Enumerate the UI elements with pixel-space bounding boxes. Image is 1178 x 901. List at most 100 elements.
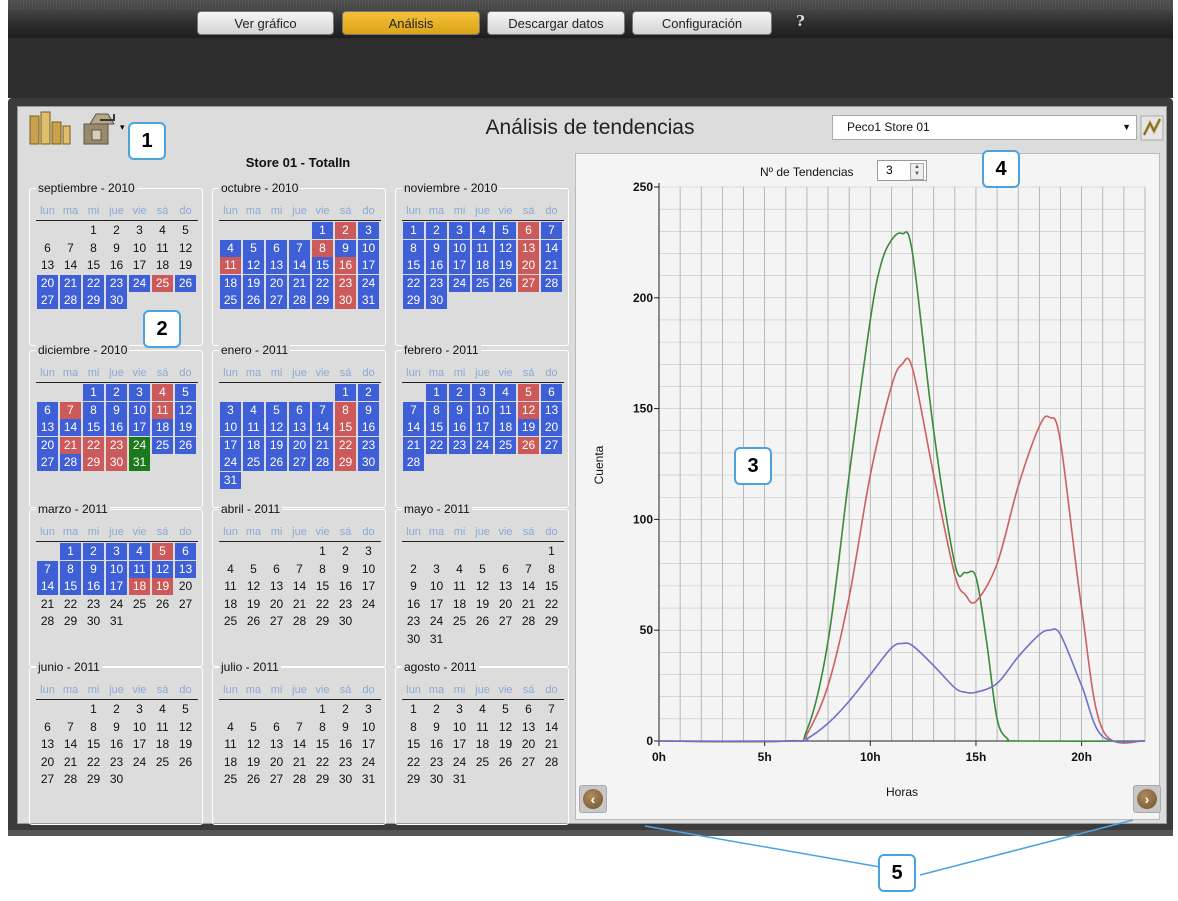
calendar-day[interactable]: 26: [266, 454, 287, 472]
calendar-day[interactable]: 17: [449, 257, 470, 275]
calendar-day[interactable]: 27: [518, 274, 539, 292]
calendar-day[interactable]: 12: [243, 578, 264, 595]
calendar-day[interactable]: 30: [83, 613, 104, 630]
calendar-day[interactable]: 16: [106, 419, 127, 437]
calendar-day[interactable]: 8: [541, 561, 562, 578]
calendar-day[interactable]: 31: [129, 454, 150, 472]
calendar-day[interactable]: 8: [312, 239, 333, 257]
calendar-day[interactable]: 18: [243, 436, 264, 454]
help-icon[interactable]: ?: [796, 12, 805, 30]
calendar-day[interactable]: 19: [175, 419, 196, 437]
calendar-day[interactable]: 18: [152, 736, 173, 753]
calendar-day[interactable]: 10: [449, 719, 470, 736]
calendar-day[interactable]: 7: [60, 401, 81, 419]
calendar-day[interactable]: 23: [449, 436, 470, 454]
calendar-day[interactable]: 29: [403, 771, 424, 788]
calendar-day[interactable]: 2: [335, 701, 356, 718]
calendar-day[interactable]: 9: [358, 401, 379, 419]
calendar-day[interactable]: 26: [243, 613, 264, 630]
calendar-day[interactable]: 17: [426, 596, 447, 613]
calendar-day[interactable]: 8: [312, 719, 333, 736]
calendar-day[interactable]: 15: [312, 257, 333, 275]
calendar-day[interactable]: 9: [83, 560, 104, 578]
calendar-day[interactable]: 29: [541, 613, 562, 630]
calendar-day[interactable]: 14: [289, 257, 310, 275]
calendar-day[interactable]: 26: [495, 274, 516, 292]
calendar-day[interactable]: 19: [243, 274, 264, 292]
calendar-day[interactable]: 31: [220, 472, 241, 489]
previous-button[interactable]: ‹: [579, 785, 607, 813]
calendar-day[interactable]: 1: [335, 384, 356, 401]
calendar-day[interactable]: 1: [312, 701, 333, 718]
calendar-day[interactable]: 28: [37, 613, 58, 630]
calendar-day[interactable]: 14: [403, 419, 424, 437]
calendar-day[interactable]: 2: [335, 543, 356, 560]
calendar-day[interactable]: 25: [472, 754, 493, 771]
calendar-day[interactable]: 18: [220, 754, 241, 771]
calendar-day[interactable]: 11: [220, 736, 241, 753]
calendar-day[interactable]: 8: [83, 719, 104, 736]
calendar-day[interactable]: 7: [289, 239, 310, 257]
calendar-day[interactable]: 28: [289, 771, 310, 788]
calendar-day[interactable]: 26: [175, 274, 196, 292]
calendar-day[interactable]: 24: [358, 274, 379, 292]
calendar-day[interactable]: 1: [312, 543, 333, 560]
calendar-day[interactable]: 24: [358, 754, 379, 771]
calendar-day[interactable]: 16: [106, 736, 127, 753]
calendar-day[interactable]: 13: [289, 419, 310, 437]
calendar-day[interactable]: 1: [426, 384, 447, 401]
calendar-day[interactable]: 4: [220, 239, 241, 257]
calendar-day[interactable]: 19: [495, 257, 516, 275]
calendar-day[interactable]: 5: [495, 222, 516, 239]
calendar-day[interactable]: 16: [106, 257, 127, 274]
calendar-day[interactable]: 23: [106, 274, 127, 292]
calendar-day[interactable]: 7: [518, 561, 539, 578]
calendar-day[interactable]: 5: [243, 561, 264, 578]
calendar-day[interactable]: 9: [335, 239, 356, 257]
calendar-day[interactable]: 5: [472, 561, 493, 578]
calendar-day[interactable]: 23: [403, 613, 424, 630]
calendar-day[interactable]: 19: [243, 754, 264, 771]
calendar-day[interactable]: 12: [175, 240, 196, 257]
calendar-day[interactable]: 12: [243, 257, 264, 275]
calendar-day[interactable]: 3: [426, 561, 447, 578]
calendar-day[interactable]: 29: [312, 613, 333, 630]
tab-analisis[interactable]: Análisis: [342, 11, 480, 35]
calendar-day[interactable]: 4: [220, 719, 241, 736]
calendar-day[interactable]: 17: [129, 257, 150, 274]
calendar-day[interactable]: 19: [518, 419, 539, 437]
calendar-day[interactable]: 15: [83, 257, 104, 274]
calendar-day[interactable]: 14: [60, 736, 81, 753]
calendar-day[interactable]: 25: [129, 596, 150, 613]
calendar-day[interactable]: 9: [106, 240, 127, 257]
calendar-day[interactable]: 10: [220, 419, 241, 437]
calendar-day[interactable]: 17: [129, 419, 150, 437]
calendar-day[interactable]: 16: [426, 736, 447, 753]
calendar-day[interactable]: 24: [449, 754, 470, 771]
calendar-day[interactable]: 23: [426, 754, 447, 771]
calendar-day[interactable]: 8: [83, 401, 104, 419]
calendar-day[interactable]: 30: [426, 771, 447, 788]
calendar-day[interactable]: 28: [60, 771, 81, 788]
calendar-day[interactable]: 13: [37, 736, 58, 753]
calendar-day[interactable]: 11: [449, 578, 470, 595]
calendar-day[interactable]: 22: [335, 436, 356, 454]
calendar-day[interactable]: 7: [403, 401, 424, 419]
calendar-day[interactable]: 3: [129, 384, 150, 401]
calendar-day[interactable]: 13: [518, 239, 539, 257]
calendar-day[interactable]: 13: [37, 419, 58, 437]
calendar-day[interactable]: 30: [106, 292, 127, 310]
calendar-day[interactable]: 7: [312, 401, 333, 419]
calendar-day[interactable]: 10: [358, 561, 379, 578]
calendar-day[interactable]: 21: [60, 436, 81, 454]
calendar-day[interactable]: 28: [60, 292, 81, 310]
calendar-day[interactable]: 22: [83, 436, 104, 454]
calendar-day[interactable]: 20: [37, 274, 58, 292]
calendar-day[interactable]: 17: [129, 736, 150, 753]
calendar-day[interactable]: 2: [106, 222, 127, 239]
calendar-day[interactable]: 21: [289, 754, 310, 771]
calendar-day[interactable]: 30: [335, 771, 356, 788]
tab-descargar-datos[interactable]: Descargar datos: [487, 11, 625, 35]
calendar-day[interactable]: 20: [175, 578, 196, 595]
calendar-day[interactable]: 26: [152, 596, 173, 613]
